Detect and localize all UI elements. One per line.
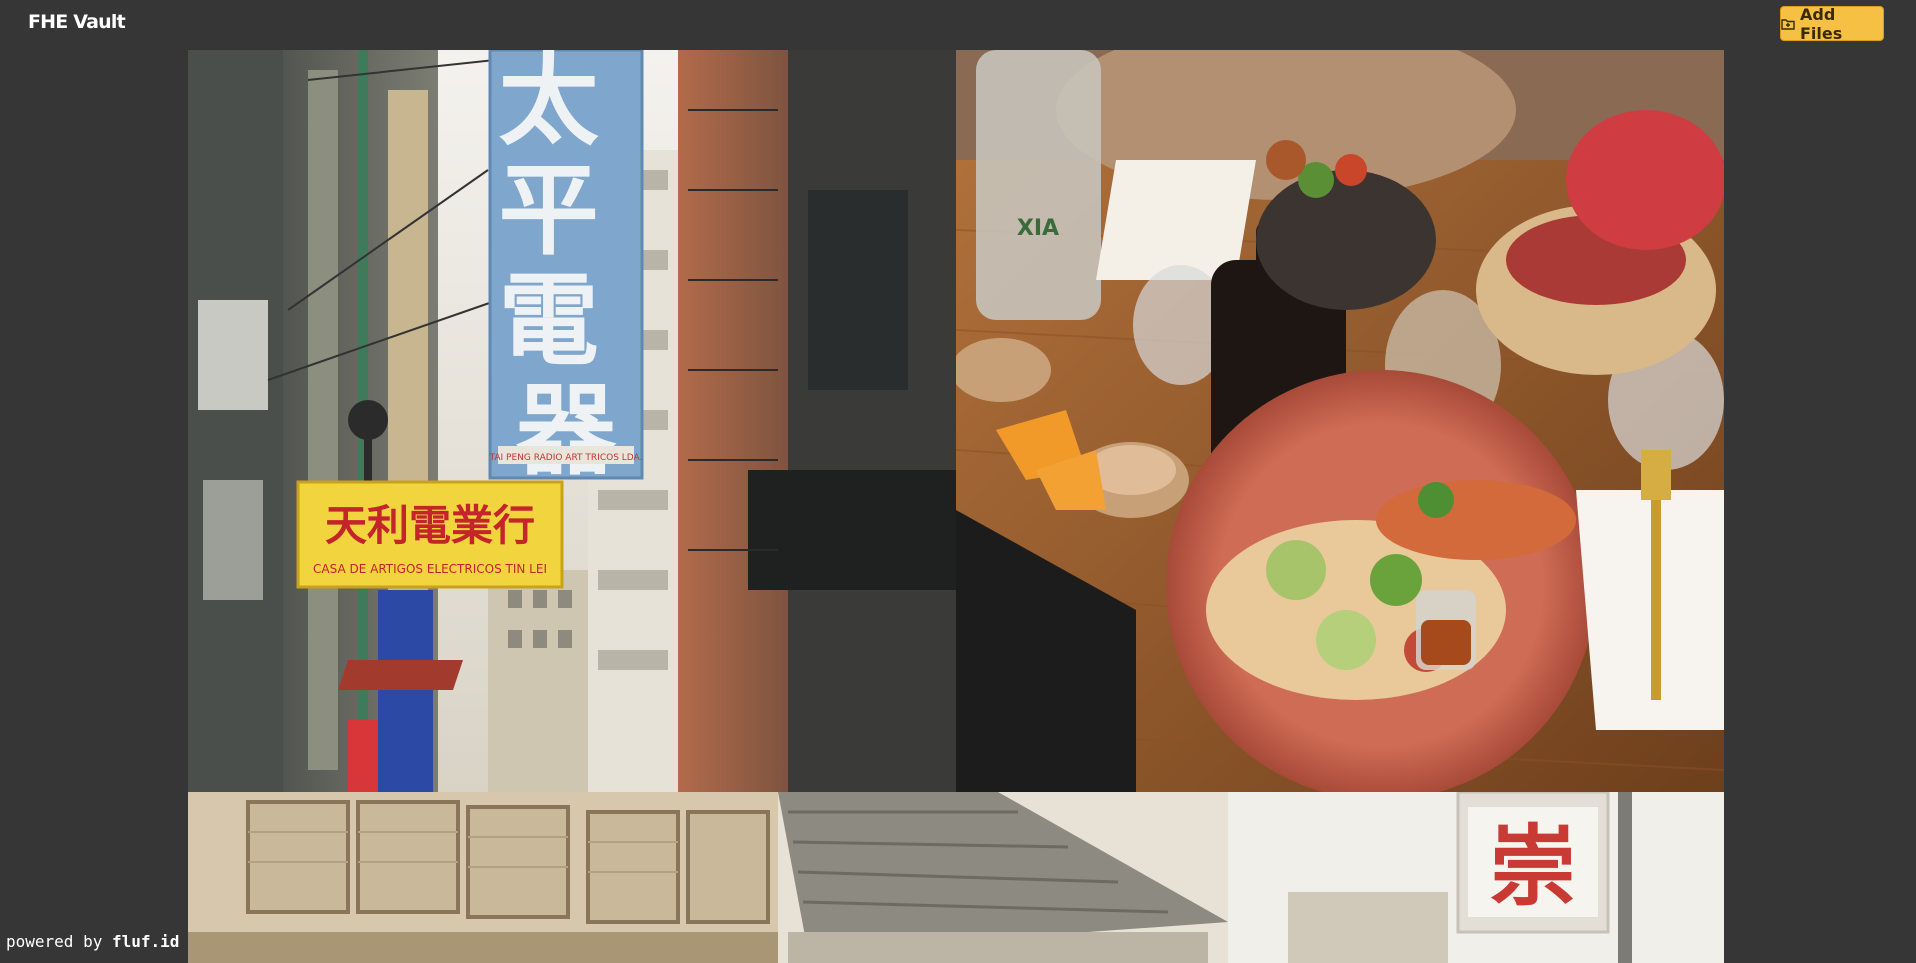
shop-sign-char: 崇 xyxy=(1489,815,1577,918)
sign-shop: 天利電業行 xyxy=(325,501,535,550)
sign-shop-sub: CASA DE ARTIGOS ELECTRICOS TIN LEI xyxy=(313,562,547,576)
header: FHE Vault Add Files xyxy=(0,0,1916,50)
photo-gallery: 太 平 電 器 TAI PENG RADIO ART TRICOS LDA. 天… xyxy=(188,50,1724,963)
food-table-photo[interactable]: XIA xyxy=(956,50,1724,792)
app-title: FHE Vault xyxy=(28,11,126,33)
sign-small: TAI PENG RADIO ART TRICOS LDA. xyxy=(489,453,643,463)
add-files-button[interactable]: Add Files xyxy=(1780,4,1884,43)
old-shop-photo[interactable]: 崇 xyxy=(188,792,1724,963)
add-files-label: Add Files xyxy=(1800,4,1843,43)
sign-main: 太 平 電 器 xyxy=(499,50,634,489)
bottle-label: XIA xyxy=(1017,216,1059,241)
powered-prefix: powered by xyxy=(6,932,103,951)
powered-brand-link[interactable]: fluf.id xyxy=(112,932,179,951)
folder-plus-icon xyxy=(1781,18,1795,30)
powered-by: powered by fluf.id xyxy=(4,932,182,951)
street-signs-photo[interactable]: 太 平 電 器 TAI PENG RADIO ART TRICOS LDA. 天… xyxy=(188,50,956,792)
